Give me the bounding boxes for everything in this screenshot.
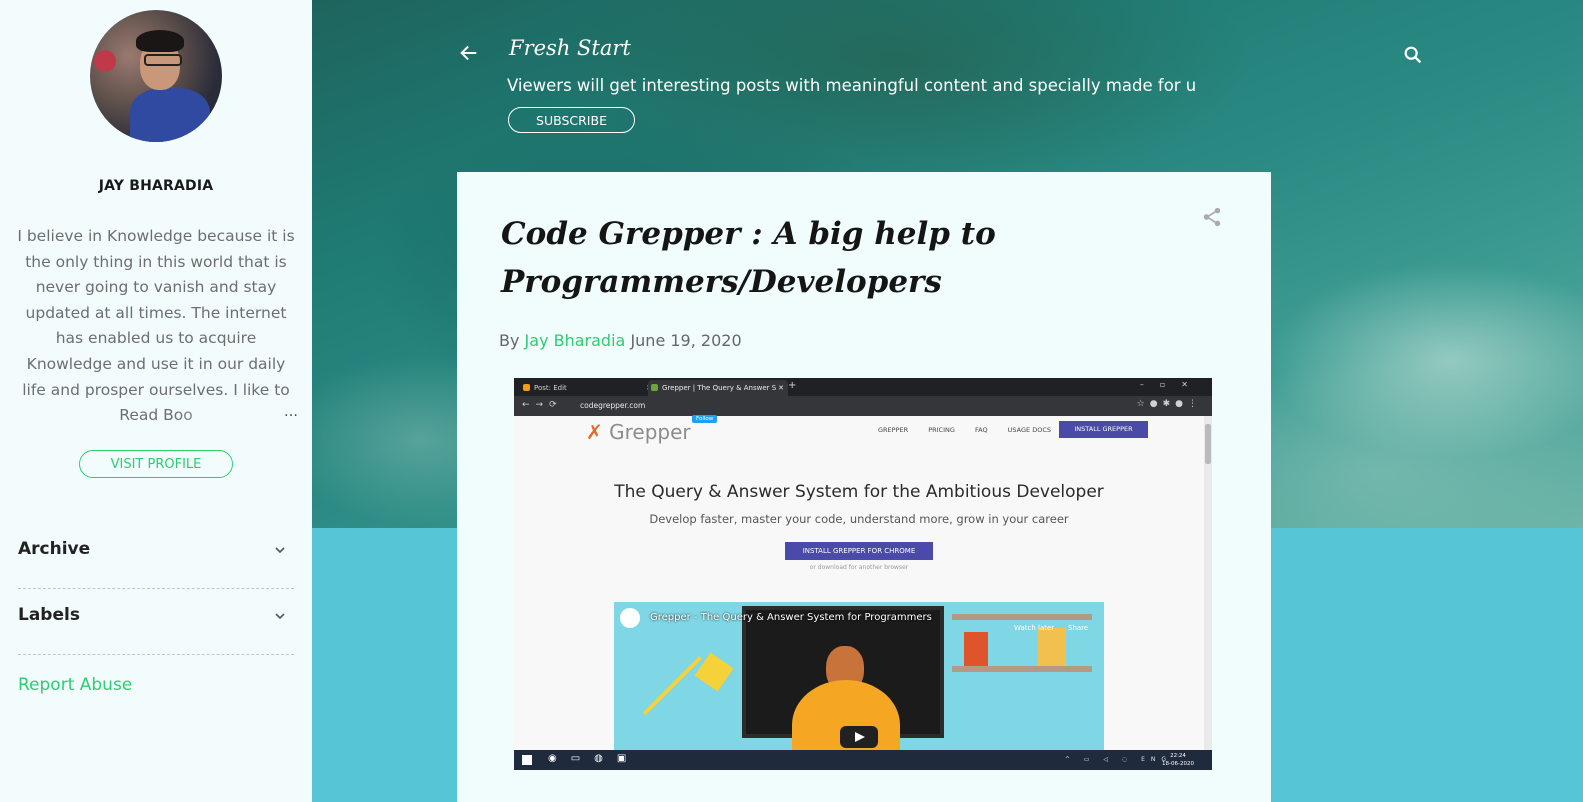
taskbar-app-icons: ◉▭◍▣ bbox=[548, 753, 641, 764]
widget-archive[interactable]: Archive bbox=[18, 522, 294, 589]
sidebar: JAY BHARADIA I believe in Knowledge beca… bbox=[0, 0, 312, 802]
taskbar-tray: ^ ▭ ◁ ◌ ENG bbox=[1064, 756, 1172, 763]
video-books bbox=[1038, 628, 1066, 666]
subscribe-button[interactable]: SUBSCRIBE bbox=[508, 107, 635, 133]
browser-tab: Post: Edit✕ bbox=[520, 380, 656, 396]
video-shelf bbox=[952, 614, 1092, 620]
taskbar-time: 22:24 bbox=[1170, 753, 1186, 759]
avatar[interactable] bbox=[90, 10, 222, 142]
search-icon[interactable] bbox=[1402, 44, 1424, 66]
widget-labels-title: Labels bbox=[18, 605, 80, 625]
browser-tab-label: Grepper | The Query & Answer S bbox=[662, 384, 777, 392]
post-byline: By Jay Bharadia June 19, 2020 bbox=[499, 331, 742, 350]
post-title: Code Grepper : A big help to Programmers… bbox=[501, 216, 996, 300]
new-tab-icon: + bbox=[788, 380, 797, 391]
post-screenshot-image[interactable]: Post: Edit✕ Grepper | The Query & Answer… bbox=[514, 378, 1212, 770]
profile-name[interactable]: JAY BHARADIA bbox=[0, 178, 312, 194]
grepper-cta-subtext: or download for another browser bbox=[809, 564, 909, 571]
widget-labels[interactable]: Labels bbox=[18, 588, 294, 655]
video-title: Grepper - The Query & Answer System for … bbox=[650, 612, 932, 623]
chevron-down-icon bbox=[275, 613, 285, 620]
share-icon[interactable] bbox=[1201, 206, 1223, 228]
video-channel-logo bbox=[620, 608, 640, 628]
chevron-down-icon bbox=[275, 547, 285, 554]
blog-description: Viewers will get interesting posts with … bbox=[507, 76, 1197, 95]
window-controls: –▫✕ bbox=[1139, 380, 1204, 389]
grepper-video: Grepper - The Query & Answer System for … bbox=[614, 602, 1104, 750]
grepper-install-button: INSTALL GREPPER bbox=[1059, 421, 1148, 438]
taskbar-clock: 22:24 18-06-2020 bbox=[1162, 752, 1194, 768]
grepper-headline: The Query & Answer System for the Ambiti… bbox=[614, 482, 1104, 502]
about-ellipsis: … bbox=[284, 404, 298, 420]
play-icon bbox=[840, 726, 878, 748]
widget-archive-title: Archive bbox=[18, 539, 91, 559]
blog-title[interactable]: Fresh Start bbox=[509, 36, 631, 60]
video-watch-later: Watch later bbox=[1014, 624, 1055, 632]
video-books bbox=[964, 632, 988, 666]
back-arrow-icon[interactable] bbox=[458, 42, 480, 64]
grepper-nav-item: GREPPER bbox=[878, 426, 909, 434]
grepper-website: ✗ Grepper Follow GREPPER PRICING FAQ USA… bbox=[514, 415, 1204, 750]
grepper-subheadline: Develop faster, master your code, unders… bbox=[649, 512, 1069, 526]
windows-taskbar: ◉▭◍▣ ^ ▭ ◁ ◌ ENG 22:24 18-06-2020 bbox=[514, 750, 1212, 770]
post-author-link[interactable]: Jay Bharadia bbox=[525, 331, 626, 350]
grepper-nav-item: USAGE DOCS bbox=[1007, 426, 1052, 434]
grepper-logo-text: Grepper bbox=[609, 420, 691, 444]
report-abuse-link[interactable]: Report Abuse bbox=[18, 675, 132, 695]
video-lamp-arm bbox=[642, 656, 702, 716]
video-share: Share bbox=[1068, 624, 1089, 632]
profile-about-text: I believe in Knowledge because it is the… bbox=[17, 227, 295, 425]
grepper-cta-button: INSTALL GREPPER FOR CHROME bbox=[785, 542, 933, 560]
browser-url: codegrepper.com bbox=[580, 401, 646, 410]
grepper-logo: ✗ Grepper bbox=[586, 420, 691, 444]
grepper-nav-item: PRICING bbox=[928, 426, 955, 434]
twitter-follow-badge: Follow bbox=[692, 415, 718, 423]
browser-nav-icons: ←→⟳ bbox=[522, 400, 563, 410]
taskbar-date: 18-06-2020 bbox=[1162, 761, 1194, 767]
browser-tab-strip: Post: Edit✕ Grepper | The Query & Answer… bbox=[514, 378, 1212, 396]
browser-address-bar: ←→⟳ codegrepper.com ☆●✱●⋮ bbox=[514, 396, 1212, 416]
profile-about: I believe in Knowledge because it is the… bbox=[16, 224, 296, 426]
grepper-nav: GREPPER PRICING FAQ USAGE DOCS bbox=[878, 426, 1069, 434]
visit-profile-button[interactable]: VISIT PROFILE bbox=[79, 450, 233, 478]
post-card: Code Grepper : A big help to Programmers… bbox=[457, 172, 1271, 802]
windows-start-icon bbox=[522, 755, 532, 765]
post-date[interactable]: June 19, 2020 bbox=[630, 331, 741, 350]
browser-scrollbar bbox=[1204, 416, 1212, 750]
browser-tab-label: Post: Edit bbox=[534, 384, 567, 392]
grepper-nav-item: FAQ bbox=[975, 426, 988, 434]
browser-tab-active: Grepper | The Query & Answer S ✕ bbox=[648, 380, 788, 396]
browser-extension-icons: ☆●✱●⋮ bbox=[1136, 399, 1202, 409]
byline-by: By bbox=[499, 331, 520, 350]
video-shelf bbox=[952, 666, 1092, 672]
